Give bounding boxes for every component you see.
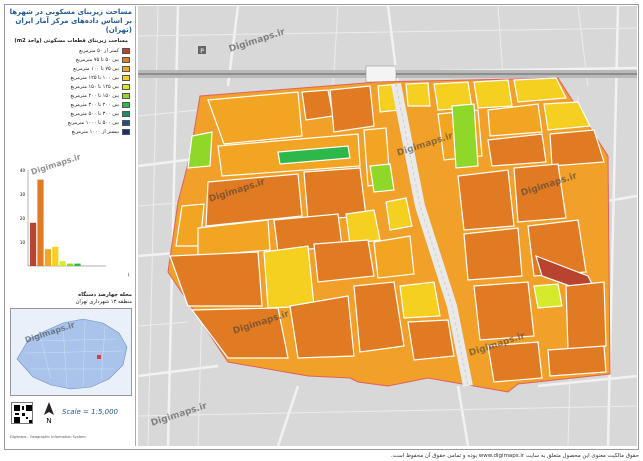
- chart-caption: توزیع مساحت زیربنای قطعات مسکونی در محله…: [128, 272, 130, 277]
- north-label: N: [46, 417, 51, 425]
- map-title: مساحت زیربنای مسکونی در شهرها بر اساس دا…: [8, 8, 132, 35]
- y-tick-label: 30: [20, 192, 26, 197]
- legend-swatch: [122, 111, 130, 117]
- legend-swatch: [122, 129, 130, 135]
- legend-item: بین ۷۵ تا ۱۰۰ مترمربع: [12, 65, 130, 73]
- legend-label: بین ۲۰۰ تا ۳۰۰ مترمربع: [70, 102, 119, 108]
- legend-item: بین ۵۰۰ تا ۱۰۰۰ مترمربع: [12, 119, 130, 127]
- footer-copyright: حقوق مالکیت معنوی این محصول متعلق به سای…: [390, 453, 639, 459]
- legend-item: بین ۲۰۰ تا ۳۰۰ مترمربع: [12, 101, 130, 109]
- legend-label: بین ۱۰۰ تا ۱۲۵ مترمربع: [70, 75, 119, 81]
- legend-swatch: [122, 75, 130, 81]
- legend-item: کمتر از ۵۰ مترمربع: [12, 47, 130, 55]
- histogram-chart: 40 30 20 10 توزیع مساحت زیربنای قطعات مسکونی…: [10, 150, 221, 290]
- svg-text:P: P: [200, 48, 204, 55]
- legend-swatch: [122, 102, 130, 108]
- legend-swatch: [122, 93, 130, 99]
- y-tick-label: 40: [20, 168, 26, 173]
- map-title-line1: مساحت زیربنای مسکونی در شهرها: [9, 8, 132, 16]
- histogram-bar: [67, 263, 74, 266]
- scale-text: Scale = 1:5,000: [62, 408, 118, 416]
- histogram-svg: 40 30 20 10 توزیع مساحت زیربنای قطعات مسکونی…: [20, 168, 221, 277]
- legend-swatch: [122, 48, 130, 54]
- histogram-bar: [30, 222, 37, 266]
- small-credit: Digimaps - Geographic Information System: [10, 435, 86, 439]
- legend-label: بین ۱۲۵ تا ۱۵۰ مترمربع: [70, 84, 119, 90]
- histogram-bar: [52, 246, 59, 266]
- legend-label: بیشتر از ۱۰۰۰ مترمربع: [71, 129, 119, 135]
- legend-item: بین ۱۲۵ تا ۱۵۰ مترمربع: [12, 83, 130, 91]
- legend-label: بین ۱۵۰ تا ۲۰۰ مترمربع: [70, 93, 119, 99]
- legend-item: بین ۳۰۰ تا ۵۰۰ مترمربع: [12, 110, 130, 118]
- locator-subtitle: منطقه ۱۳ شهرداری تهران: [75, 299, 132, 305]
- legend-swatch: [122, 66, 130, 72]
- legend-item: بین ۱۰۰ تا ۱۲۵ مترمربع: [12, 74, 130, 82]
- legend-item: بین ۱۵۰ تا ۲۰۰ مترمربع: [12, 92, 130, 100]
- legend-swatch: [122, 57, 130, 63]
- legend-label: بین ۵۰ تا ۷۵ مترمربع: [75, 57, 119, 63]
- histogram-bar: [44, 249, 51, 266]
- y-tick-label: 10: [20, 240, 26, 245]
- north-arrow-icon: N: [42, 401, 56, 425]
- y-tick-label: 20: [20, 216, 26, 221]
- legend-label: بین ۷۵ تا ۱۰۰ مترمربع: [73, 66, 119, 72]
- legend-swatch: [122, 84, 130, 90]
- map-svg: P: [138, 6, 637, 446]
- legend-title: مساحت زیربنای قطعات مسکونی (واحد m2): [14, 38, 128, 44]
- legend-label: بین ۳۰۰ تا ۵۰۰ مترمربع: [70, 111, 119, 117]
- map-title-line2: بر اساس داده‌های مرکز آمار ایران (تهران): [15, 17, 132, 34]
- neighborhood-marker: [97, 355, 101, 359]
- legend-item: بیشتر از ۱۰۰۰ مترمربع: [12, 128, 130, 136]
- qr-code: [11, 402, 33, 424]
- histogram-bar: [74, 263, 81, 266]
- histogram-bar: [37, 179, 44, 266]
- histogram-bar: [59, 261, 66, 266]
- legend-item: بین ۵۰ تا ۷۵ مترمربع: [12, 56, 130, 64]
- locator-title: محله چهارصد دستگاه: [78, 292, 132, 298]
- legend-label: بین ۵۰۰ تا ۱۰۰۰ مترمربع: [67, 120, 119, 126]
- legend-swatch: [122, 120, 130, 126]
- main-map[interactable]: P: [138, 6, 637, 446]
- legend-label: کمتر از ۵۰ مترمربع: [79, 48, 119, 54]
